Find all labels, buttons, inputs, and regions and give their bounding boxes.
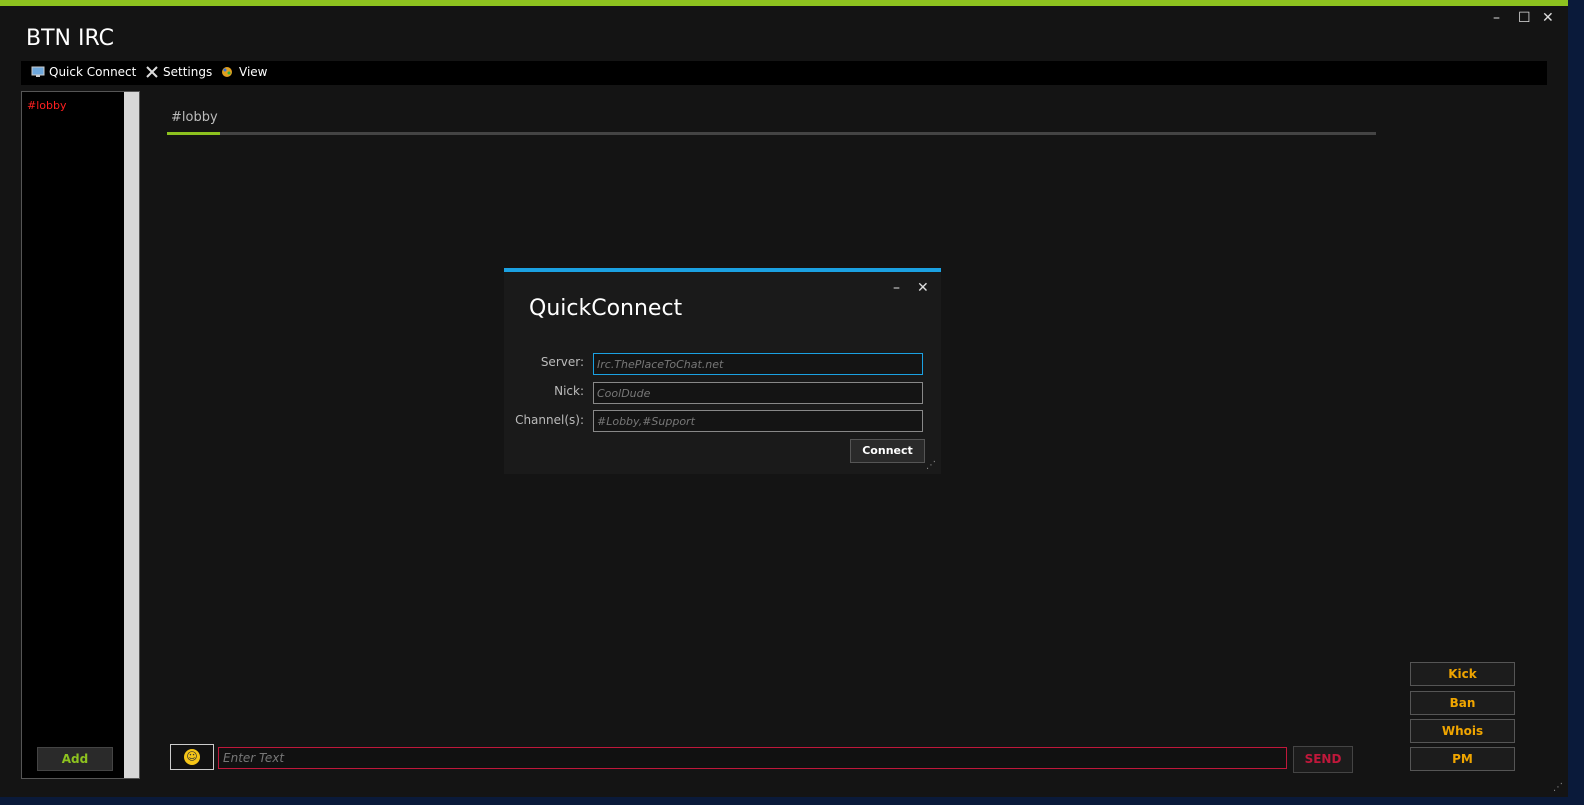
minimize-icon[interactable]: – <box>1493 10 1500 26</box>
dialog-minimize-icon[interactable]: – <box>893 280 900 296</box>
tab-underline <box>167 132 1376 135</box>
menu-settings[interactable]: Settings <box>145 65 212 79</box>
kick-button[interactable]: Kick <box>1410 662 1515 686</box>
maximize-icon[interactable]: ☐ <box>1518 10 1531 26</box>
scrollbar[interactable] <box>124 92 139 778</box>
tab-lobby[interactable]: #lobby <box>171 110 218 125</box>
tab-active-indicator <box>167 132 220 135</box>
menu-quick-connect-label: Quick Connect <box>49 65 137 79</box>
menu-settings-label: Settings <box>163 65 213 79</box>
computer-icon <box>31 66 45 78</box>
menu-view[interactable]: View <box>221 65 267 79</box>
nick-field[interactable] <box>593 382 923 404</box>
dialog-resize-grip-icon[interactable]: ⋰ <box>926 460 936 471</box>
channels-field[interactable] <box>593 410 923 432</box>
dialog-title: QuickConnect <box>529 296 683 321</box>
send-button[interactable]: SEND <box>1293 746 1353 773</box>
main-window: – ☐ ✕ BTN IRC Quick Connect Settings Vie… <box>0 0 1568 797</box>
server-label: Server: <box>540 355 584 369</box>
emoji-button[interactable]: ☺ <box>170 744 214 770</box>
ban-button[interactable]: Ban <box>1410 691 1515 715</box>
pm-button[interactable]: PM <box>1410 747 1515 771</box>
resize-grip-icon[interactable]: ⋰ <box>1553 782 1563 793</box>
tools-icon <box>145 66 159 78</box>
message-input[interactable] <box>218 747 1287 769</box>
channel-item-lobby[interactable]: #lobby <box>27 99 66 112</box>
add-channel-button[interactable]: Add <box>37 747 113 771</box>
menu-view-label: View <box>239 65 268 79</box>
channel-list: #lobby Add <box>21 91 140 779</box>
quick-connect-dialog: – ✕ QuickConnect Server: Nick: Channel(s… <box>504 268 941 474</box>
app-title: BTN IRC <box>26 26 115 51</box>
palette-icon <box>221 66 235 78</box>
channels-label: Channel(s): <box>515 413 584 427</box>
nick-label: Nick: <box>554 384 584 398</box>
dialog-close-icon[interactable]: ✕ <box>917 280 929 296</box>
smiley-icon: ☺ <box>184 749 200 765</box>
whois-button[interactable]: Whois <box>1410 719 1515 743</box>
close-icon[interactable]: ✕ <box>1542 10 1554 26</box>
server-field[interactable] <box>593 353 923 375</box>
connect-button[interactable]: Connect <box>850 439 925 463</box>
menu-bar: Quick Connect Settings View <box>21 61 1547 85</box>
menu-quick-connect[interactable]: Quick Connect <box>31 65 136 79</box>
